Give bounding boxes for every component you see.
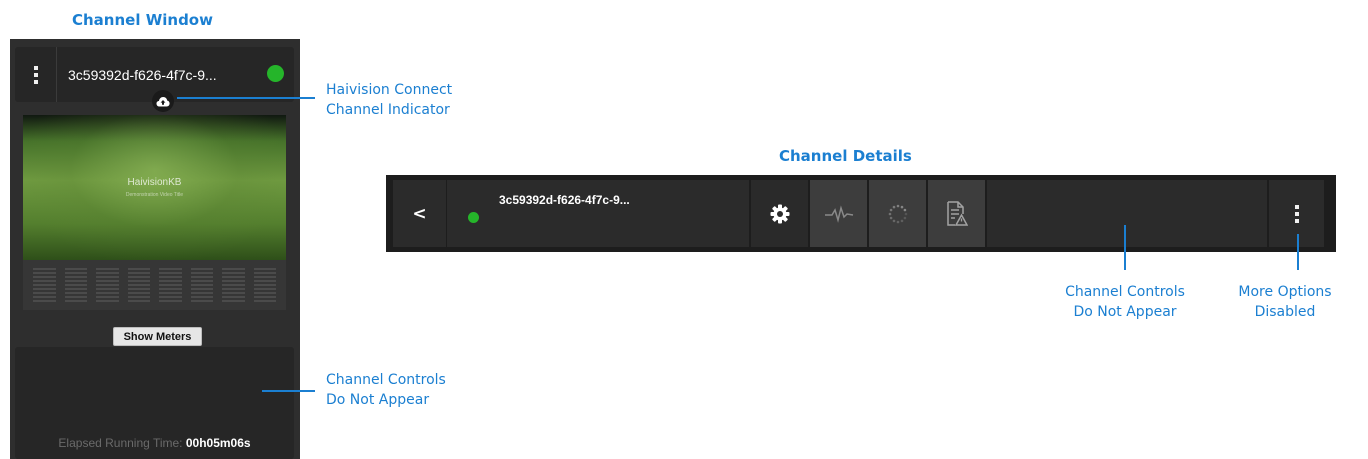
back-button[interactable]: <: [393, 180, 446, 247]
spinner-dot: [889, 216, 892, 219]
callout-controls-window: Channel Controls Do Not Appear: [326, 370, 446, 410]
callout-text: Channel Controls: [1065, 284, 1185, 300]
audio-meter: [33, 268, 56, 302]
spinner-dot: [889, 208, 892, 211]
callout-text: Disabled: [1254, 304, 1316, 320]
pulse-icon: [824, 204, 853, 223]
video-watermark-subtitle: Demonstration Video Title: [125, 192, 184, 198]
callout-controls-details: Channel Controls Do Not Appear: [1040, 282, 1210, 322]
callout-line-more-options: [1297, 234, 1299, 270]
callout-text: Haivision Connect: [326, 82, 453, 98]
settings-button[interactable]: [751, 180, 808, 247]
channel-name: 3c59392d-f626-4f7c-9...: [499, 193, 630, 207]
status-indicator-icon: [267, 65, 284, 82]
callout-more-options: More Options Disabled: [1206, 282, 1364, 322]
cloud-upload-icon: [152, 90, 174, 112]
spinner-dot: [896, 204, 899, 207]
spinner-dot: [892, 205, 895, 208]
callout-text: Channel Indicator: [326, 102, 450, 118]
statistics-button[interactable]: [810, 180, 867, 247]
loading-button[interactable]: [869, 180, 926, 247]
elapsed-label: Elapsed Running Time:: [58, 436, 183, 450]
channel-controls-placeholder: [987, 180, 1267, 247]
channel-name: 3c59392d-f626-4f7c-9...: [68, 67, 217, 83]
audio-meter: [190, 268, 213, 302]
callout-text: Do Not Appear: [1073, 304, 1177, 320]
spinner-dot: [896, 220, 899, 223]
channel-window-heading: Channel Window: [72, 11, 213, 29]
kebab-menu-icon[interactable]: [15, 47, 57, 102]
show-meters-button[interactable]: Show Meters: [113, 327, 202, 346]
video-watermark-title: HaivisionKB: [127, 177, 182, 188]
spinner-dot: [900, 205, 903, 208]
spinner-dot: [904, 212, 907, 215]
audio-meter: [222, 268, 245, 302]
spinner-dot: [900, 219, 903, 222]
document-warning-icon: [946, 200, 968, 226]
channel-controls-area: Elapsed Running Time: 00h05m06s: [15, 347, 294, 459]
status-indicator-icon: [468, 212, 479, 223]
elapsed-value: 00h05m06s: [185, 436, 251, 450]
log-button[interactable]: [928, 180, 985, 247]
channel-details-bar: < 3c59392d-f626-4f7c-9...: [386, 175, 1336, 252]
callout-line-controls: [262, 390, 315, 392]
channel-details-heading: Channel Details: [779, 147, 912, 165]
callout-haivision-connect: Haivision Connect Channel Indicator: [326, 80, 452, 120]
audio-meter: [96, 268, 119, 302]
spinner-dot: [903, 216, 906, 219]
spinner-dot: [888, 212, 891, 215]
elapsed-running-time: Elapsed Running Time: 00h05m06s: [15, 436, 294, 450]
audio-meter: [64, 268, 87, 302]
callout-text: Channel Controls: [326, 372, 446, 388]
audio-meter: [127, 268, 150, 302]
spinner-dot: [903, 208, 906, 211]
audio-meter: [253, 268, 276, 302]
spinner-dot: [892, 219, 895, 222]
channel-window: 3c59392d-f626-4f7c-9... HaivisionKB Demo…: [10, 39, 300, 459]
gear-icon: [770, 204, 789, 223]
callout-line-controls-details: [1124, 225, 1126, 270]
audio-meters: [23, 260, 286, 310]
callout-text: Do Not Appear: [326, 392, 430, 408]
spinner-icon: [888, 204, 907, 223]
channel-name-block: 3c59392d-f626-4f7c-9...: [447, 180, 749, 247]
callout-text: More Options: [1238, 284, 1332, 300]
callout-line-connect: [177, 97, 315, 99]
video-preview: HaivisionKB Demonstration Video Title: [23, 115, 286, 260]
audio-meter: [159, 268, 182, 302]
